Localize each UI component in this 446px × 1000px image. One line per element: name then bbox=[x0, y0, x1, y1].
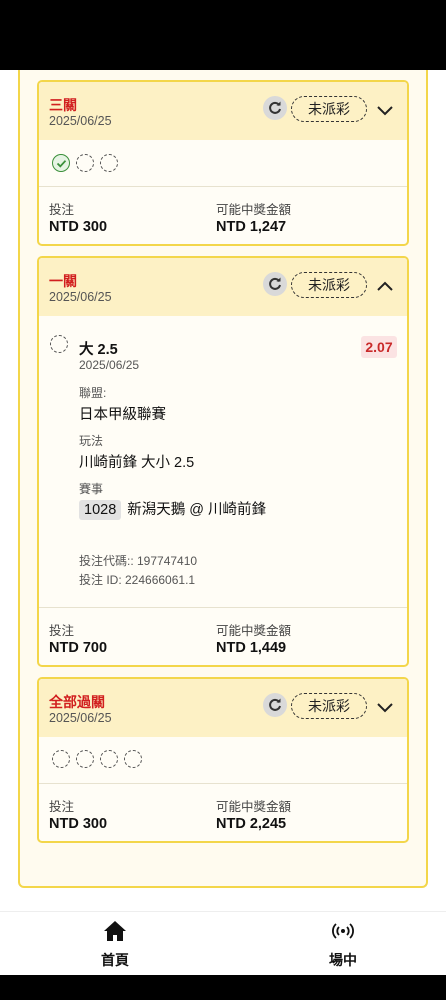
payout-amount: NTD 1,247 bbox=[216, 219, 287, 235]
card-header[interactable]: 三關 2025/06/25 未派彩 bbox=[39, 82, 407, 140]
bet-code: 投注代碼:: 197747410 bbox=[79, 554, 198, 568]
status-badge: 未派彩 bbox=[291, 272, 367, 298]
nav-home-label: 首頁 bbox=[101, 952, 129, 968]
league-label: 聯盟: bbox=[79, 386, 107, 400]
leg-status-list bbox=[52, 154, 118, 172]
divider bbox=[39, 783, 407, 784]
bet-type-title: 全部過關 bbox=[49, 694, 105, 710]
bet-card-parlay: 全部過關 2025/06/25 未派彩 投注 可能中獎金額 NTD 300 NT… bbox=[37, 677, 409, 843]
chevron-up-icon[interactable] bbox=[375, 276, 395, 296]
stake-amount: NTD 300 bbox=[49, 816, 108, 832]
refresh-button[interactable] bbox=[263, 693, 287, 717]
card-header[interactable]: 一關 2025/06/25 未派彩 bbox=[39, 258, 407, 316]
leg-pending-icon bbox=[76, 154, 94, 172]
chevron-down-icon[interactable] bbox=[375, 697, 395, 717]
status-bar bbox=[0, 0, 446, 70]
leg-pending-icon bbox=[76, 750, 94, 768]
odds-badge: 2.07 bbox=[361, 336, 397, 358]
refresh-icon bbox=[269, 698, 281, 711]
home-icon bbox=[104, 921, 126, 941]
leg-pending-icon bbox=[100, 154, 118, 172]
bet-card-treble: 三關 2025/06/25 未派彩 投注 可能中獎金額 NTD 300 NTD … bbox=[37, 80, 409, 246]
payout-amount: NTD 2,245 bbox=[216, 816, 287, 832]
bet-date: 2025/06/25 bbox=[49, 114, 112, 128]
bet-type-title: 三關 bbox=[49, 97, 77, 113]
payout-label: 可能中獎金額 bbox=[216, 203, 292, 217]
card-header[interactable]: 全部過關 2025/06/25 未派彩 bbox=[39, 679, 407, 737]
bet-type-title: 一關 bbox=[49, 273, 77, 289]
stake-label: 投注 bbox=[49, 203, 75, 217]
leg-pending-icon bbox=[50, 335, 68, 353]
stake-label: 投注 bbox=[49, 800, 75, 814]
stake-label: 投注 bbox=[49, 624, 75, 638]
market-value: 川崎前鋒 大小 2.5 bbox=[79, 455, 195, 471]
match-id-badge: 1028 bbox=[79, 500, 122, 520]
leg-pending-icon bbox=[100, 750, 118, 768]
payout-amount: NTD 1,449 bbox=[216, 640, 287, 656]
nav-live-label: 場中 bbox=[329, 952, 357, 968]
refresh-button[interactable] bbox=[263, 272, 287, 296]
system-nav-bar bbox=[0, 975, 446, 1000]
refresh-button[interactable] bbox=[263, 96, 287, 120]
league-value: 日本甲級聯賽 bbox=[79, 407, 166, 423]
selection-name: 大 2.5 bbox=[79, 342, 118, 358]
stake-amount: NTD 300 bbox=[49, 219, 108, 235]
refresh-icon bbox=[269, 277, 281, 290]
bottom-nav: 首頁 場中 bbox=[0, 911, 446, 975]
selection-date: 2025/06/25 bbox=[79, 358, 140, 372]
leg-pending-icon bbox=[124, 750, 142, 768]
payout-label: 可能中獎金額 bbox=[216, 624, 292, 638]
status-badge: 未派彩 bbox=[291, 693, 367, 719]
leg-status-list bbox=[52, 750, 142, 768]
event-value: 1028 新潟天鵝 @ 川崎前鋒 bbox=[79, 498, 266, 520]
bet-date: 2025/06/25 bbox=[49, 711, 112, 725]
refresh-icon bbox=[269, 101, 281, 114]
market-label: 玩法 bbox=[79, 434, 104, 448]
leg-won-icon bbox=[52, 154, 70, 172]
divider bbox=[39, 186, 407, 187]
status-badge: 未派彩 bbox=[291, 96, 367, 122]
bet-date: 2025/06/25 bbox=[49, 290, 112, 304]
nav-home[interactable]: 首頁 bbox=[75, 920, 155, 970]
event-label: 賽事 bbox=[79, 482, 104, 496]
nav-live[interactable]: 場中 bbox=[303, 920, 383, 970]
divider bbox=[39, 607, 407, 608]
bet-id: 投注 ID: 224666061.1 bbox=[79, 573, 196, 587]
bet-card-single: 一關 2025/06/25 未派彩 大 2.5 2.07 2025/06/25 … bbox=[37, 256, 409, 667]
chevron-down-icon[interactable] bbox=[375, 100, 395, 120]
match-teams: 新潟天鵝 @ 川崎前鋒 bbox=[127, 502, 267, 518]
stake-amount: NTD 700 bbox=[49, 640, 108, 656]
leg-pending-icon bbox=[52, 750, 70, 768]
selection-detail: 大 2.5 2.07 2025/06/25 聯盟: 日本甲級聯賽 玩法 川崎前鋒… bbox=[39, 316, 407, 606]
payout-label: 可能中獎金額 bbox=[216, 800, 292, 814]
broadcast-icon bbox=[332, 923, 354, 939]
